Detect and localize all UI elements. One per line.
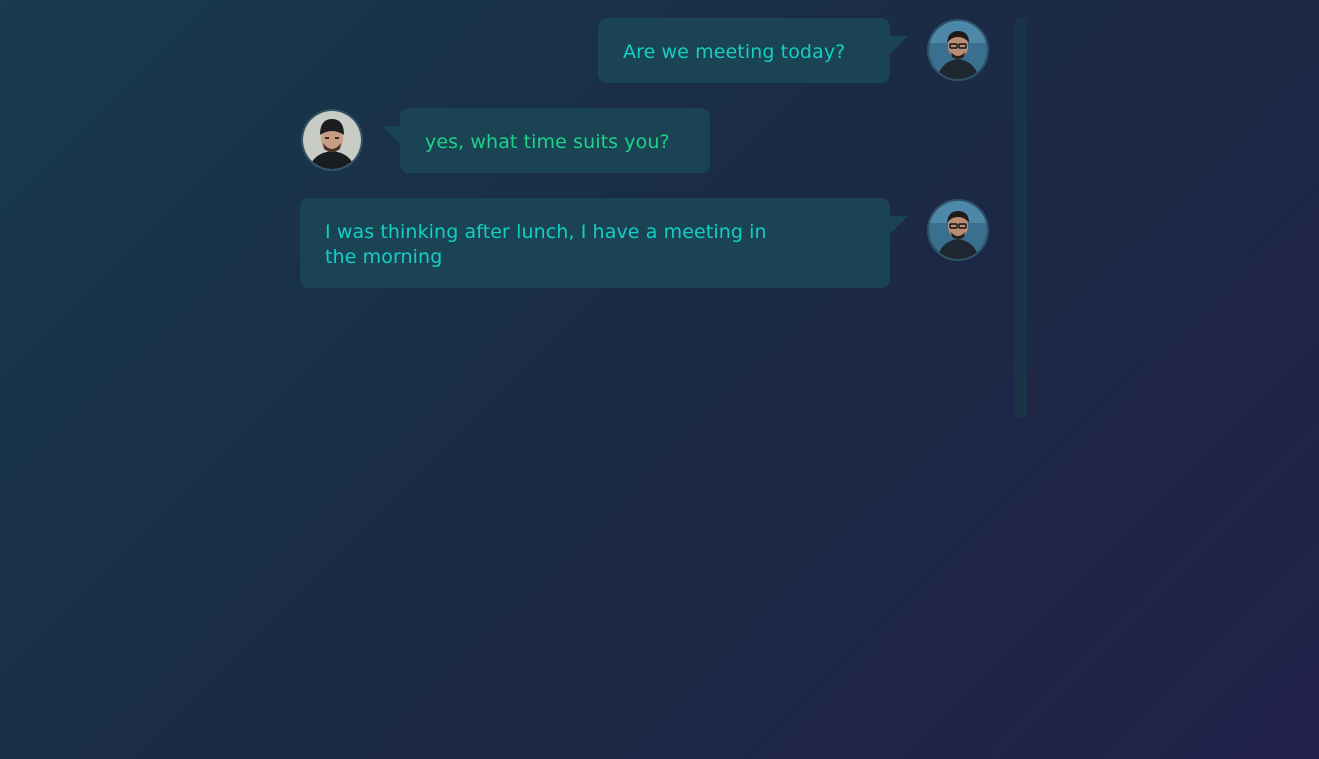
user-avatar[interactable] — [927, 19, 989, 81]
message-list[interactable]: Are we meeting today? yes, what time sui… — [300, 18, 990, 418]
message-bubble[interactable]: Are we meeting today? — [598, 18, 908, 83]
man-with-glasses-avatar — [929, 21, 987, 79]
scrollbar-track[interactable] — [1015, 18, 1027, 418]
message-text: yes, what time suits you? — [425, 131, 670, 153]
message-bubble[interactable]: I was thinking after lunch, I have a mee… — [300, 198, 908, 288]
man-with-glasses-avatar — [929, 201, 987, 259]
message-outgoing: I was thinking after lunch, I have a mee… — [300, 198, 990, 290]
message-text: I was thinking after lunch, I have a mee… — [325, 221, 767, 268]
message-text: Are we meeting today? — [623, 41, 846, 63]
message-bubble[interactable]: yes, what time suits you? — [382, 108, 710, 173]
man-with-beanie-avatar — [303, 111, 361, 169]
message-incoming: yes, what time suits you? — [300, 108, 990, 174]
contact-avatar[interactable] — [301, 109, 363, 171]
message-outgoing: Are we meeting today? — [300, 18, 990, 84]
user-avatar[interactable] — [927, 199, 989, 261]
